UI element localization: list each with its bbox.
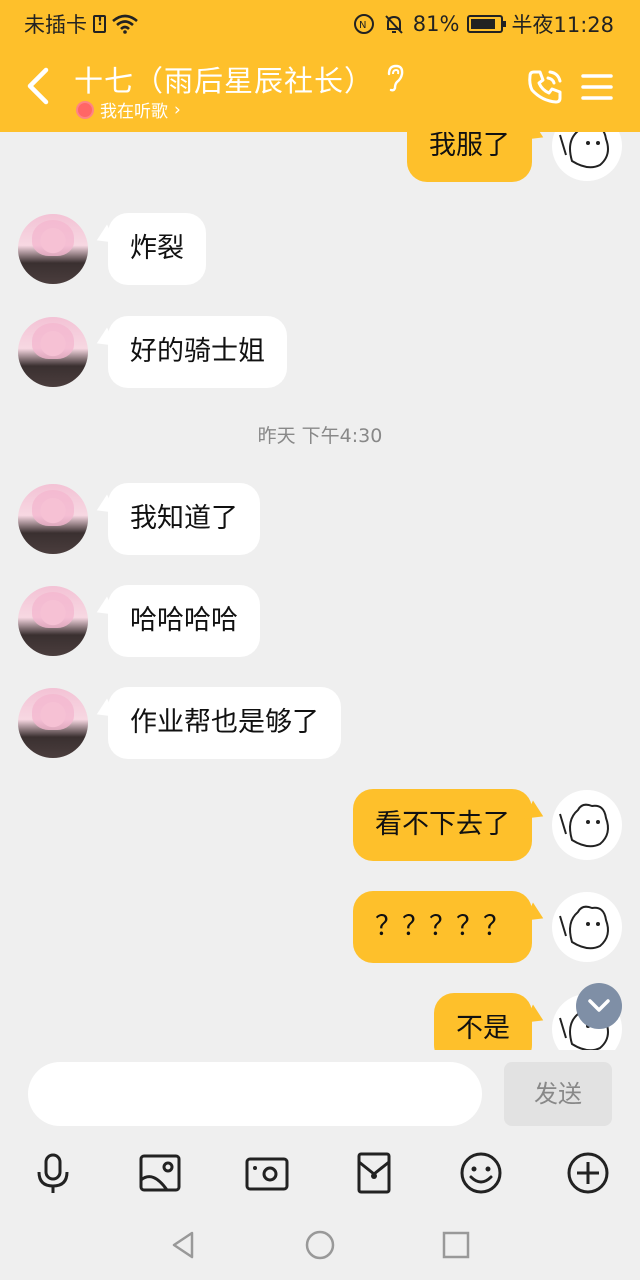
composer-toolbar <box>0 1142 640 1212</box>
nfc-icon: N <box>353 14 374 34</box>
status-bar: 未插卡 N 81% 半夜11:28 <box>0 0 640 44</box>
contact-avatar[interactable] <box>18 214 88 284</box>
svg-text:N: N <box>359 20 366 31</box>
back-arrow-icon[interactable] <box>20 64 60 108</box>
battery-icon <box>467 15 507 33</box>
chevron-down-icon <box>588 999 610 1012</box>
battery-percent: 81% <box>412 12 460 36</box>
message-row: 我服了 <box>407 132 622 182</box>
message-row: 作业帮也是够了 <box>18 687 341 759</box>
my-avatar[interactable] <box>552 790 622 860</box>
carrier-label: 未插卡 <box>24 13 87 37</box>
listening-status-label: 我在听歌 <box>100 102 168 122</box>
message-row: 看不下去了 <box>353 789 622 861</box>
chevron-right-icon: › <box>174 99 181 120</box>
scroll-to-bottom-button[interactable] <box>576 983 622 1029</box>
home-circle-icon[interactable] <box>303 1228 337 1262</box>
recent-square-icon[interactable] <box>439 1228 473 1262</box>
message-bubble-incoming[interactable]: 好的骑士姐 <box>108 316 287 388</box>
mute-bell-icon <box>385 15 403 34</box>
contact-avatar[interactable] <box>18 688 88 758</box>
listening-status[interactable]: 我在听歌 › <box>76 97 181 122</box>
clock: 半夜11:28 <box>511 13 614 37</box>
plus-icon[interactable] <box>565 1150 611 1196</box>
wifi-icon <box>112 14 138 34</box>
contact-avatar[interactable] <box>18 484 88 554</box>
message-bubble-incoming[interactable]: 炸裂 <box>108 213 206 285</box>
microphone-icon[interactable] <box>30 1150 76 1196</box>
message-bubble-incoming[interactable]: 哈哈哈哈 <box>108 585 260 657</box>
phone-icon[interactable] <box>526 68 564 106</box>
contact-avatar[interactable] <box>18 586 88 656</box>
message-bubble-outgoing[interactable]: 我服了 <box>407 132 532 182</box>
back-triangle-icon[interactable] <box>166 1228 200 1262</box>
ear-icon <box>387 64 404 92</box>
music-emoji-icon <box>76 100 94 119</box>
image-icon[interactable] <box>137 1150 183 1196</box>
message-bubble-incoming[interactable]: 作业帮也是够了 <box>108 687 341 759</box>
message-timestamp: 昨天 下午4:30 <box>257 425 383 447</box>
chat-header: 未插卡 N 81% 半夜11:28 十七 <box>0 0 640 132</box>
message-row: 好的骑士姐 <box>18 316 287 388</box>
system-nav-bar <box>0 1212 640 1280</box>
camera-icon[interactable] <box>244 1150 290 1196</box>
composer: 发送 <box>0 1050 640 1142</box>
message-bubble-outgoing[interactable]: ？？？？？ <box>353 891 532 963</box>
no-sim-icon <box>93 14 106 33</box>
message-input[interactable] <box>28 1062 482 1126</box>
contact-avatar[interactable] <box>18 317 88 387</box>
message-row: ？？？？？ <box>353 891 622 963</box>
message-list[interactable]: 我服了 炸裂 好的骑士姐 昨天 下午4:30 我知道了 哈哈哈哈 作业帮也是够了… <box>0 132 640 1050</box>
send-button[interactable]: 发送 <box>504 1062 612 1126</box>
message-row: 哈哈哈哈 <box>18 585 260 657</box>
message-row: 炸裂 <box>18 213 206 285</box>
menu-icon[interactable] <box>580 72 614 102</box>
message-row: 我知道了 <box>18 483 260 555</box>
emoji-icon[interactable] <box>458 1150 504 1196</box>
my-avatar[interactable] <box>552 132 622 181</box>
red-packet-icon[interactable] <box>351 1150 397 1196</box>
my-avatar[interactable] <box>552 892 622 962</box>
message-bubble-incoming[interactable]: 我知道了 <box>108 483 260 555</box>
message-bubble-outgoing[interactable]: 不是 <box>434 993 532 1050</box>
message-bubble-outgoing[interactable]: 看不下去了 <box>353 789 532 861</box>
chat-title[interactable]: 十七（雨后星辰社长） <box>74 58 374 100</box>
